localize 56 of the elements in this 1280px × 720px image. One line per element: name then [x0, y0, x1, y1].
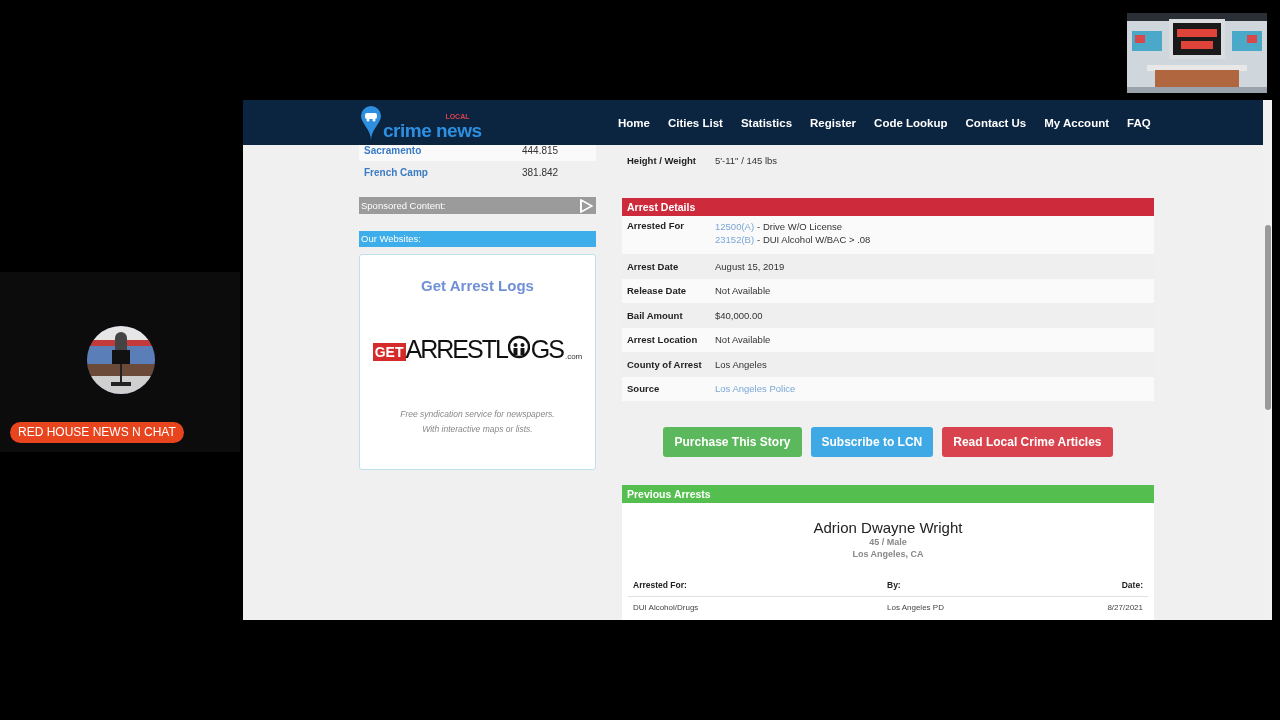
promo-caption: Free syndication service for newspapers.	[400, 409, 555, 419]
person-location: Los Angeles, CA	[852, 548, 924, 560]
sponsored-label: Sponsored Content:	[361, 200, 446, 211]
column-header: By:	[887, 580, 902, 590]
source-link[interactable]: Los Angeles Police	[715, 383, 796, 395]
field-label: Arrest Location	[627, 334, 699, 346]
field-value: 5'-11" / 145 lbs	[715, 154, 778, 166]
action-button[interactable]: Subscribe to LCN	[810, 427, 934, 457]
field-label: Arrested For	[627, 220, 685, 231]
field-label: Source	[627, 383, 661, 395]
nav-link[interactable]: Cities List	[658, 116, 732, 129]
field-value: $40,000.00	[715, 309, 763, 321]
action-button[interactable]: Purchase This Story	[663, 427, 802, 457]
site-logo: crime news	[383, 120, 482, 140]
nav-link[interactable]: FAQ	[1118, 116, 1160, 129]
field-value: Not Available	[715, 285, 771, 297]
promo-title[interactable]: Get Arrest Logs	[421, 277, 534, 294]
action-button[interactable]: Read Local Crime Articles	[942, 427, 1113, 457]
city-count: 381.842	[522, 166, 560, 178]
channel-name-label: RED HOUSE NEWS N CHAT	[10, 422, 184, 443]
charge-description: - DUI Alcohol W/BAC > .08	[757, 234, 871, 245]
promo-caption: With interactive maps or lists.	[422, 424, 533, 434]
nav-link[interactable]: Contact Us	[956, 116, 1036, 129]
nav-link[interactable]: Home	[609, 116, 659, 129]
section-header: Our Websites:	[359, 231, 596, 247]
nav-link[interactable]: Code Lookup	[865, 116, 957, 129]
column-header: Arrested For:	[633, 580, 688, 590]
city-link[interactable]: French Camp	[364, 166, 428, 178]
table-cell: 8/27/2021	[1107, 603, 1143, 612]
table-cell-text: DUI Alcohol/Drugs	[633, 603, 700, 612]
field-label: County of Arrest	[627, 358, 703, 370]
charge-code-link[interactable]: 12500(A)	[715, 221, 755, 232]
field-value: Los Angeles	[715, 358, 767, 370]
city-link[interactable]: Sacramento	[364, 145, 422, 156]
field-label: Height / Weight	[627, 154, 697, 166]
handcuffs-icon	[507, 334, 530, 360]
field-label: Bail Amount	[627, 309, 684, 321]
section-header: Previous Arrests	[622, 485, 1154, 503]
nav-link[interactable]: My Account	[1035, 116, 1118, 129]
charge-description: - Drive W/O License	[757, 221, 843, 232]
nav-link[interactable]: Statistics	[731, 116, 802, 129]
field-label: Arrest Date	[627, 260, 680, 272]
field-label: Release Date	[627, 285, 688, 297]
person-name: Adrion Dwayne Wright	[813, 519, 963, 536]
ad-choices-icon	[579, 198, 593, 213]
field-value: August 15, 2019	[715, 260, 785, 272]
column-header: Date:	[1121, 580, 1143, 590]
table-cell-text: Los Angeles PD	[887, 603, 945, 612]
charge-code-link[interactable]: 23152(B)	[715, 234, 755, 245]
section-header: Arrest Details	[622, 198, 1154, 216]
person-age-sex: 45 / Male	[869, 536, 907, 548]
city-count: 444.815	[522, 145, 560, 156]
scrollbar-thumb[interactable]	[1264, 225, 1271, 410]
field-value: Not Available	[715, 334, 771, 346]
map-pin-icon	[361, 105, 381, 140]
nav-link[interactable]: Register	[801, 116, 866, 129]
